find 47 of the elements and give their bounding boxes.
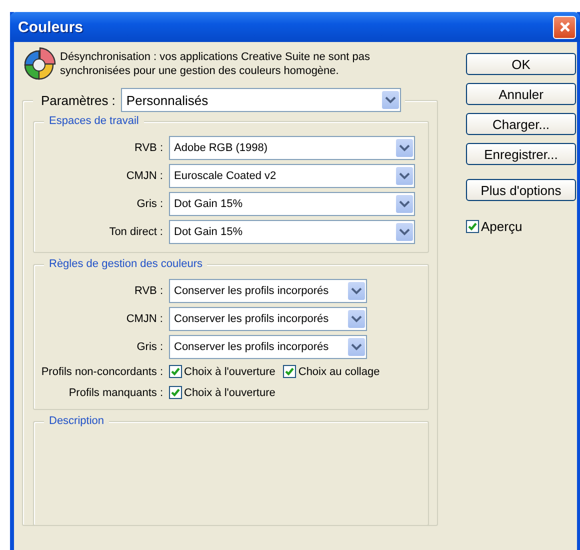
group-title: Règles de gestion des couleurs	[44, 258, 208, 270]
dropdown[interactable]: Conserver les profils incorporés	[169, 335, 367, 359]
dropdown[interactable]: Dot Gain 15%	[169, 220, 415, 244]
group-title: Description	[44, 415, 110, 427]
field-label: CMJN :	[125, 170, 164, 182]
checkbox-label: Choix au collage	[298, 366, 380, 378]
checkbox[interactable]	[283, 365, 296, 378]
chevron-down-icon[interactable]	[348, 310, 365, 328]
checkbox[interactable]	[466, 220, 479, 233]
dialog-button[interactable]: Annuler	[466, 83, 576, 105]
field-label: CMJN :	[125, 313, 164, 325]
dropdown[interactable]: Conserver les profils incorporés	[169, 279, 367, 303]
checkbox-label: Aperçu	[481, 219, 522, 234]
chevron-down-icon[interactable]	[396, 167, 413, 185]
field-label: Ton direct :	[108, 226, 164, 238]
dialog-button[interactable]: Plus d'options	[466, 179, 576, 201]
field-label: Gris :	[136, 341, 164, 353]
field-label: Profils manquants :	[68, 386, 164, 398]
chevron-down-icon[interactable]	[348, 282, 365, 300]
dialog-button[interactable]: OK	[466, 53, 576, 75]
field-label: RVB :	[133, 285, 164, 297]
field-label: Paramètres :	[41, 92, 116, 108]
field-label: Gris :	[136, 198, 164, 210]
dropdown[interactable]: Personnalisés	[121, 88, 402, 112]
chevron-down-icon[interactable]	[348, 338, 365, 356]
chevron-down-icon[interactable]	[396, 223, 413, 241]
dialog-button[interactable]: Charger...	[466, 113, 576, 135]
dropdown[interactable]: Dot Gain 15%	[169, 192, 415, 216]
dialog-button[interactable]: Enregistrer...	[466, 143, 576, 165]
color-wheel-icon	[22, 47, 56, 81]
checkbox-label: Choix à l'ouverture	[184, 386, 276, 398]
checkbox[interactable]	[169, 365, 182, 378]
field-label: Profils non-concordants :	[40, 366, 164, 378]
close-button[interactable]	[553, 16, 576, 38]
warning-text: Désynchronisation : vos applications Creative Suite ne sont pas synchronisées pour une gestion des couleurs homogène.	[60, 50, 372, 78]
dropdown[interactable]: Adobe RGB (1998)	[169, 136, 415, 160]
dropdown[interactable]: Euroscale Coated v2	[169, 164, 415, 188]
checkbox[interactable]	[169, 386, 182, 399]
field-label: RVB :	[133, 142, 164, 154]
chevron-down-icon[interactable]	[396, 139, 413, 157]
dropdown[interactable]: Conserver les profils incorporés	[169, 307, 367, 331]
window-title: Couleurs	[17, 18, 84, 36]
chevron-down-icon[interactable]	[396, 195, 413, 213]
group-title: Espaces de travail	[44, 115, 144, 127]
checkbox-label: Choix à l'ouverture	[184, 366, 276, 378]
close-icon[interactable]	[558, 21, 570, 33]
chevron-down-icon[interactable]	[382, 91, 400, 109]
